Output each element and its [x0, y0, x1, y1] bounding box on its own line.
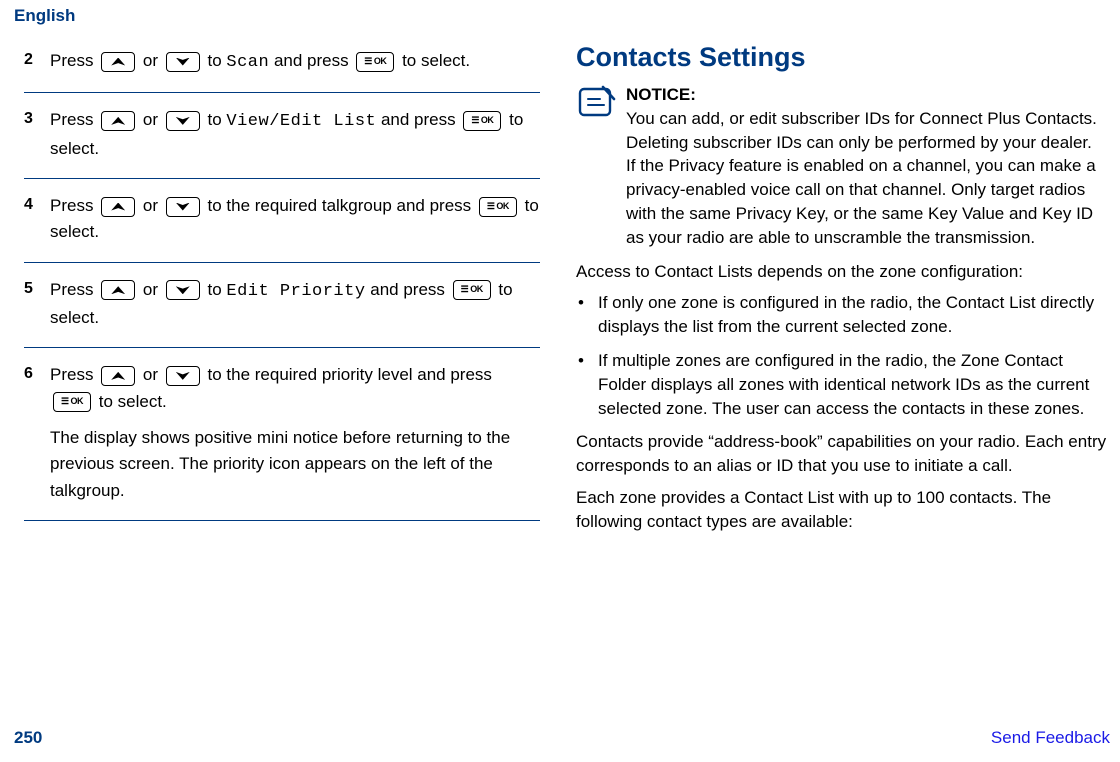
- menu-code: Scan: [226, 53, 269, 72]
- step-body: Press or to Scan and press OK to select.: [50, 48, 540, 76]
- page-footer: 250 Send Feedback: [14, 728, 1110, 748]
- up-button-icon: [101, 197, 135, 217]
- ok-button-icon: OK: [479, 197, 517, 217]
- notice-body: NOTICE: You can add, or edit subscriber …: [620, 83, 1108, 250]
- ok-button-icon: OK: [356, 52, 394, 72]
- notice-paragraph-1: You can add, or edit subscriber IDs for …: [626, 109, 1097, 152]
- text: and press: [274, 51, 353, 70]
- notice-paragraph-2: If the Privacy feature is enabled on a c…: [626, 156, 1096, 246]
- paragraph-contact-list-limit: Each zone provides a Contact List with u…: [576, 486, 1108, 534]
- down-button-icon: [166, 52, 200, 72]
- up-button-icon: [101, 280, 135, 300]
- text: Press: [50, 196, 98, 215]
- text: or: [143, 196, 163, 215]
- step-6: 6 Press or to the required priority leve…: [24, 358, 540, 510]
- text: to: [208, 110, 227, 129]
- text: and press: [370, 280, 449, 299]
- bullet-text: If only one zone is configured in the ra…: [598, 291, 1108, 339]
- notice-box: NOTICE: You can add, or edit subscriber …: [576, 83, 1108, 250]
- step-number: 4: [24, 193, 50, 246]
- down-button-icon: [166, 280, 200, 300]
- notice-label: NOTICE:: [626, 85, 696, 104]
- text: to: [208, 280, 227, 299]
- step-number: 3: [24, 107, 50, 162]
- down-button-icon: [166, 197, 200, 217]
- up-button-icon: [101, 111, 135, 131]
- text: Press: [50, 110, 98, 129]
- paragraph-access-contact-lists: Access to Contact Lists depends on the z…: [576, 260, 1108, 284]
- page-number: 250: [14, 728, 42, 748]
- text: to the required priority level and press: [208, 365, 492, 384]
- header-language: English: [10, 0, 1110, 26]
- text: and press: [381, 110, 460, 129]
- step-body: Press or to Edit Priority and press OK t…: [50, 277, 540, 332]
- menu-code: Edit Priority: [226, 282, 365, 301]
- step-5: 5 Press or to Edit Priority and press OK…: [24, 273, 540, 338]
- text: or: [143, 365, 163, 384]
- section-heading-contacts-settings: Contacts Settings: [576, 42, 1108, 73]
- bullet-text: If multiple zones are configured in the …: [598, 349, 1108, 420]
- text: to select.: [99, 392, 167, 411]
- step-separator: [24, 262, 540, 263]
- up-button-icon: [101, 366, 135, 386]
- step-separator: [24, 92, 540, 93]
- two-column-layout: 2 Press or to Scan and press OK to selec…: [10, 44, 1110, 542]
- step-3: 3 Press or to View/Edit List and press O…: [24, 103, 540, 168]
- text: to: [208, 51, 227, 70]
- bullet-marker: •: [576, 349, 598, 420]
- down-button-icon: [166, 366, 200, 386]
- ok-button-icon: OK: [463, 111, 501, 131]
- paragraph-address-book: Contacts provide “address-book” capabili…: [576, 430, 1108, 478]
- step-separator: [24, 178, 540, 179]
- notice-icon: [576, 83, 620, 250]
- text: or: [143, 280, 163, 299]
- step-number: 5: [24, 277, 50, 332]
- text: Press: [50, 51, 98, 70]
- step-separator: [24, 347, 540, 348]
- down-button-icon: [166, 111, 200, 131]
- bullet-marker: •: [576, 291, 598, 339]
- text: or: [143, 110, 163, 129]
- menu-code: View/Edit List: [226, 112, 376, 131]
- step-body: Press or to the required talkgroup and p…: [50, 193, 540, 246]
- text: Press: [50, 365, 98, 384]
- step-body: Press or to the required priority level …: [50, 362, 540, 504]
- step-body: Press or to View/Edit List and press OK …: [50, 107, 540, 162]
- text: to select.: [402, 51, 470, 70]
- up-button-icon: [101, 52, 135, 72]
- left-column-steps: 2 Press or to Scan and press OK to selec…: [24, 44, 566, 542]
- step-separator: [24, 520, 540, 521]
- step-4: 4 Press or to the required talkgroup and…: [24, 189, 540, 252]
- ok-button-icon: OK: [53, 392, 91, 412]
- bullet-item: • If multiple zones are configured in th…: [576, 349, 1108, 420]
- text: Press: [50, 280, 98, 299]
- page-root: English 2 Press or to Scan and press OK …: [0, 0, 1120, 762]
- bullets-zone-configuration: • If only one zone is configured in the …: [576, 291, 1108, 420]
- right-column-contacts: Contacts Settings NOTICE: You can add, o…: [566, 44, 1108, 542]
- step-result-note: The display shows positive mini notice b…: [50, 425, 540, 504]
- send-feedback-link[interactable]: Send Feedback: [991, 728, 1110, 748]
- step-number: 6: [24, 362, 50, 504]
- text: or: [143, 51, 163, 70]
- step-number: 2: [24, 48, 50, 76]
- bullet-item: • If only one zone is configured in the …: [576, 291, 1108, 339]
- text: to the required talkgroup and press: [208, 196, 476, 215]
- ok-button-icon: OK: [453, 280, 491, 300]
- step-2: 2 Press or to Scan and press OK to selec…: [24, 44, 540, 82]
